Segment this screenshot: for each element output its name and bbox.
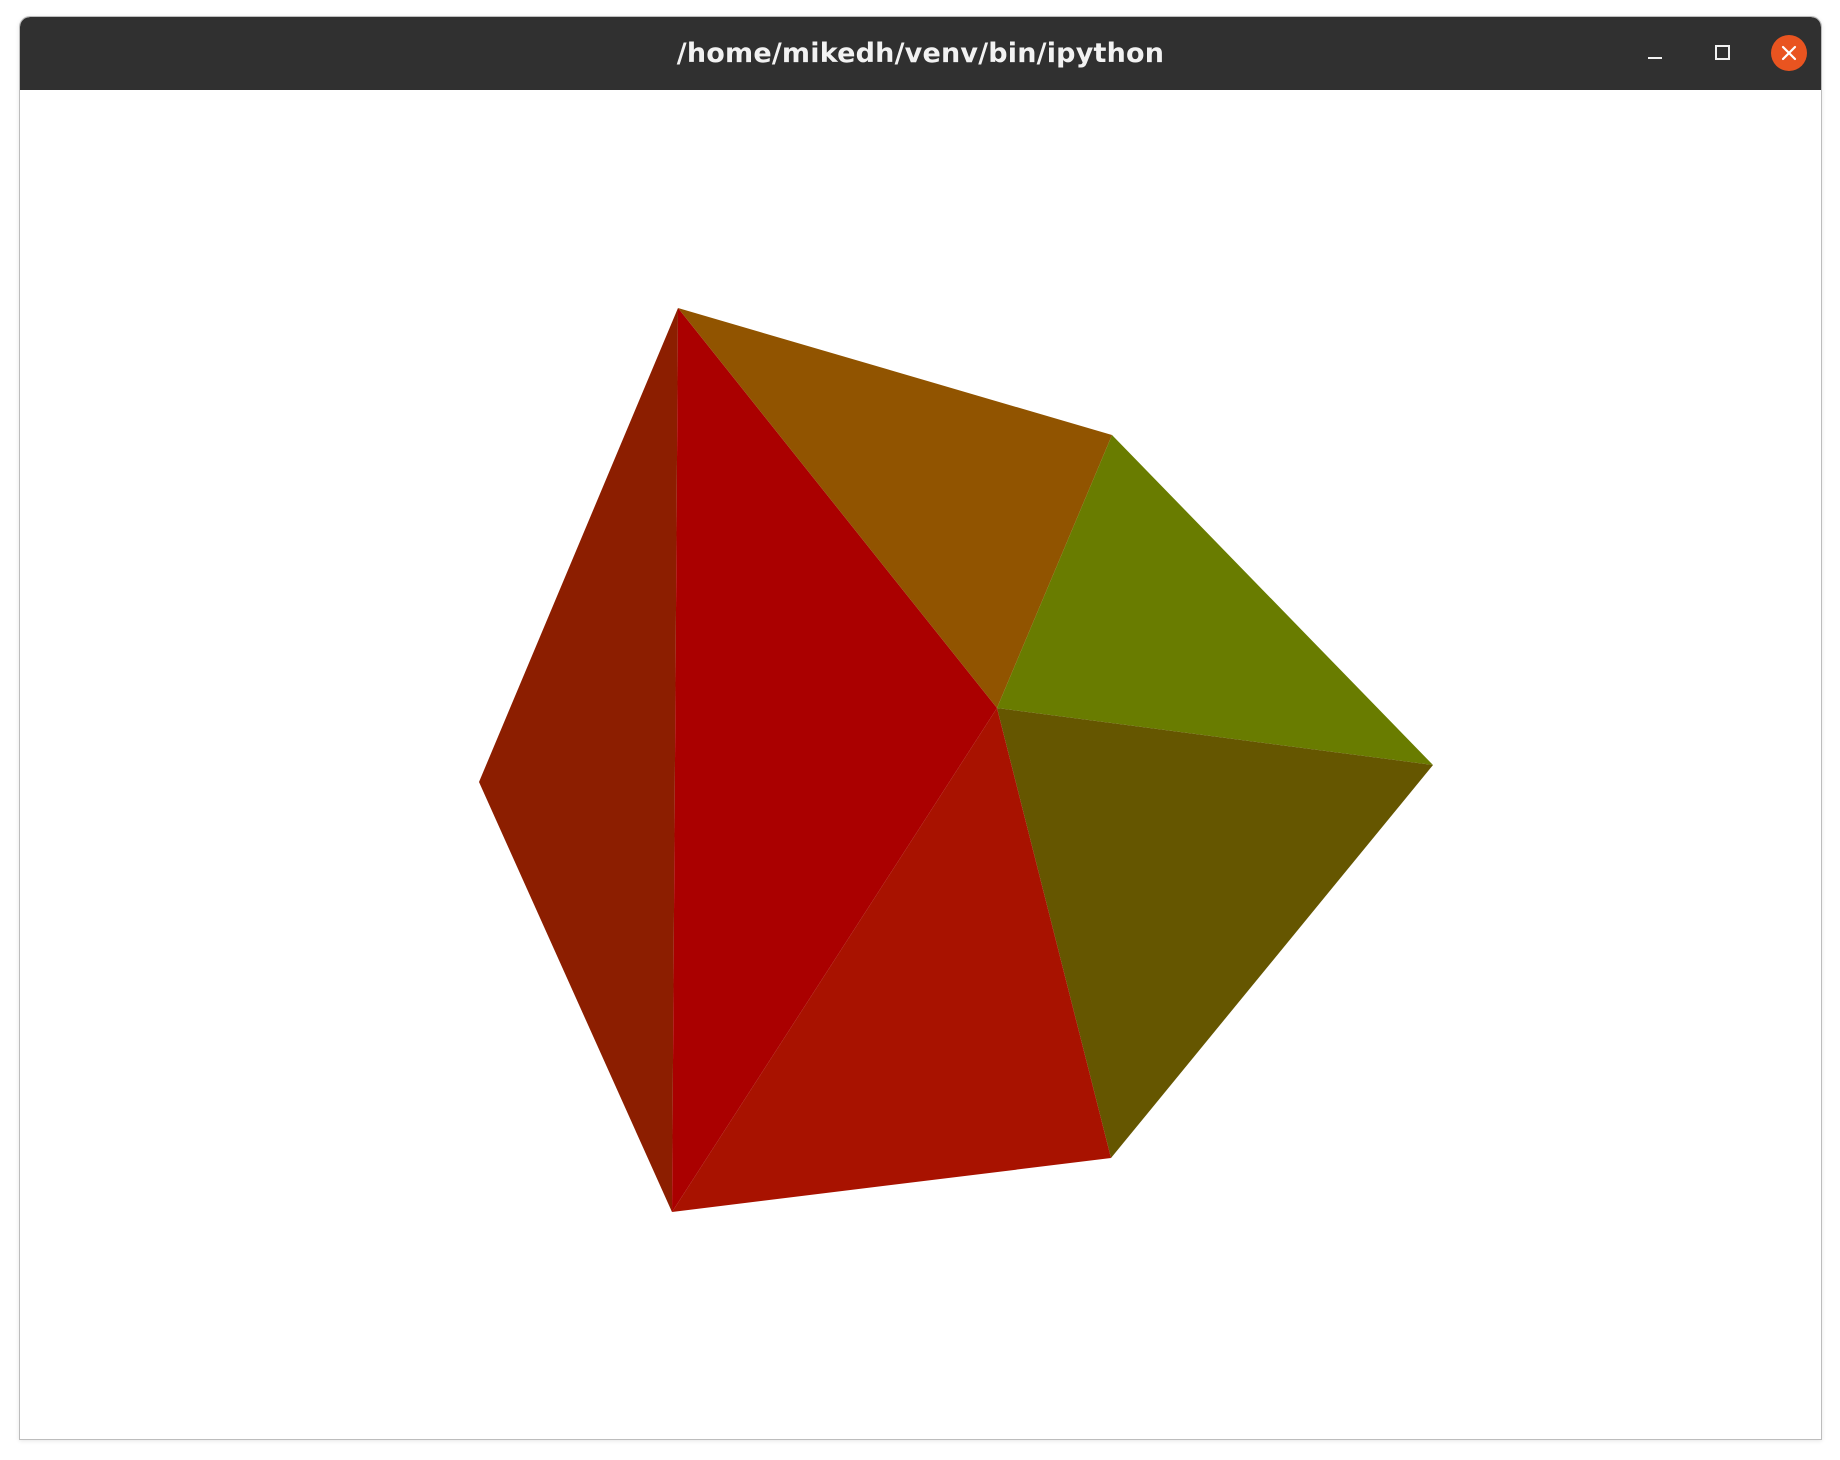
window-title: /home/mikedh/venv/bin/ipython — [676, 38, 1165, 69]
face-left — [479, 308, 678, 1212]
close-button[interactable] — [1771, 35, 1807, 71]
minimize-icon — [1648, 57, 1662, 59]
title-bar[interactable]: /home/mikedh/venv/bin/ipython — [20, 17, 1821, 90]
minimize-button[interactable] — [1637, 35, 1673, 71]
close-icon — [1781, 45, 1797, 61]
maximize-button[interactable] — [1704, 35, 1740, 71]
maximize-icon — [1715, 45, 1730, 60]
polyhedron-render — [479, 308, 1433, 1212]
render-canvas[interactable] — [20, 90, 1821, 1439]
app-window: /home/mikedh/venv/bin/ipython — [19, 16, 1822, 1440]
